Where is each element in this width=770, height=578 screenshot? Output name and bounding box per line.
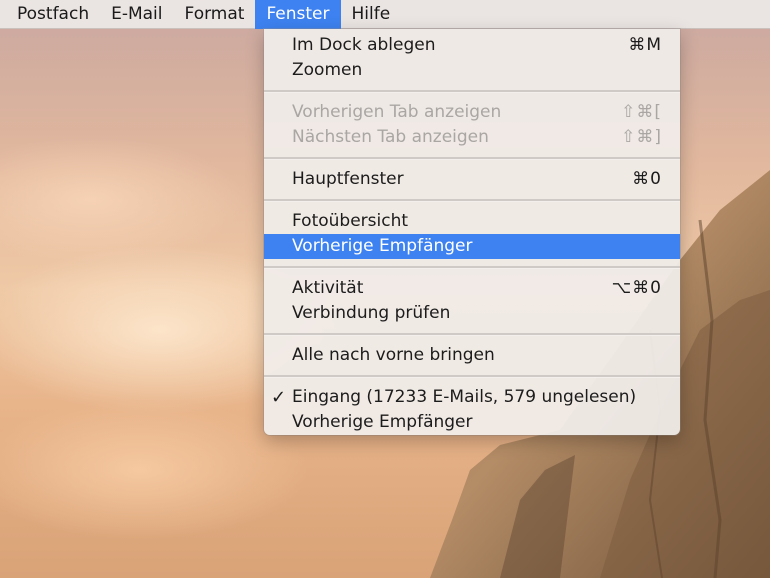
- menu-item-label: Hauptfenster: [292, 169, 404, 189]
- menu-item-label: Aktivität: [292, 278, 364, 298]
- menubar-item-format[interactable]: Format: [174, 0, 256, 29]
- menu-item-vorherigen-tab-anzeigen: Vorherigen Tab anzeigen ⇧⌘[: [264, 100, 680, 125]
- menu-item-vorherige-empfaenger[interactable]: Vorherige Empfänger: [264, 234, 680, 259]
- menu-item-label: Zoomen: [292, 60, 363, 80]
- menu-separator: [264, 157, 680, 160]
- menu-item-label: Im Dock ablegen: [292, 35, 436, 55]
- menu-separator: [264, 199, 680, 202]
- window-menu-dropdown: Im Dock ablegen ⌘M Zoomen Vorherigen Tab an…: [264, 29, 680, 435]
- menu-item-eingang-17233-e-mails-579-ungelesen[interactable]: ✓ Eingang (17233 E-Mails, 579 ungelesen): [264, 385, 680, 410]
- checkmark-icon: ✓: [271, 387, 287, 408]
- menu-separator: [264, 266, 680, 269]
- menu-item-label: Fotoübersicht: [292, 211, 409, 231]
- keyboard-shortcut: ⌘M: [628, 35, 662, 55]
- menu-item-fotouebersicht[interactable]: Fotoübersicht: [264, 209, 680, 234]
- menu-item-im-dock-ablegen[interactable]: Im Dock ablegen ⌘M: [264, 33, 680, 58]
- menu-item-label: Vorherige Empfänger: [292, 236, 473, 256]
- menu-item-label: Vorherige Empfänger: [292, 412, 473, 432]
- keyboard-shortcut: ⇧⌘[: [621, 102, 662, 122]
- menu-item-verbindung-pruefen[interactable]: Verbindung prüfen: [264, 301, 680, 326]
- menu-separator: [264, 333, 680, 336]
- menu-item-vorherige-empfaenger[interactable]: Vorherige Empfänger: [264, 410, 680, 435]
- menu-item-hauptfenster[interactable]: Hauptfenster ⌘0: [264, 167, 680, 192]
- menu-item-aktivitaet[interactable]: Aktivität ⌥⌘0: [264, 276, 680, 301]
- menu-item-label: Vorherigen Tab anzeigen: [292, 102, 502, 122]
- menu-separator: [264, 375, 680, 378]
- keyboard-shortcut: ⇧⌘]: [621, 127, 662, 147]
- menu-item-alle-nach-vorne-bringen[interactable]: Alle nach vorne bringen: [264, 343, 680, 368]
- menu-item-zoomen[interactable]: Zoomen: [264, 58, 680, 83]
- menubar-item-postfach[interactable]: Postfach: [6, 0, 100, 29]
- menubar-item-e-mail[interactable]: E-Mail: [100, 0, 173, 29]
- menubar-item-hilfe[interactable]: Hilfe: [341, 0, 402, 29]
- keyboard-shortcut: ⌘0: [632, 169, 662, 189]
- keyboard-shortcut: ⌥⌘0: [611, 278, 662, 298]
- menu-item-label: Verbindung prüfen: [292, 303, 451, 323]
- menu-item-label: Alle nach vorne bringen: [292, 345, 495, 365]
- menu-bar: Postfach E-Mail Format Fenster Hilfe: [0, 0, 770, 29]
- menu-item-label: Nächsten Tab anzeigen: [292, 127, 489, 147]
- menu-separator: [264, 90, 680, 93]
- menubar-item-fenster[interactable]: Fenster: [255, 0, 341, 29]
- menu-item-naechsten-tab-anzeigen: Nächsten Tab anzeigen ⇧⌘]: [264, 125, 680, 150]
- menu-item-label: Eingang (17233 E-Mails, 579 ungelesen): [292, 387, 637, 407]
